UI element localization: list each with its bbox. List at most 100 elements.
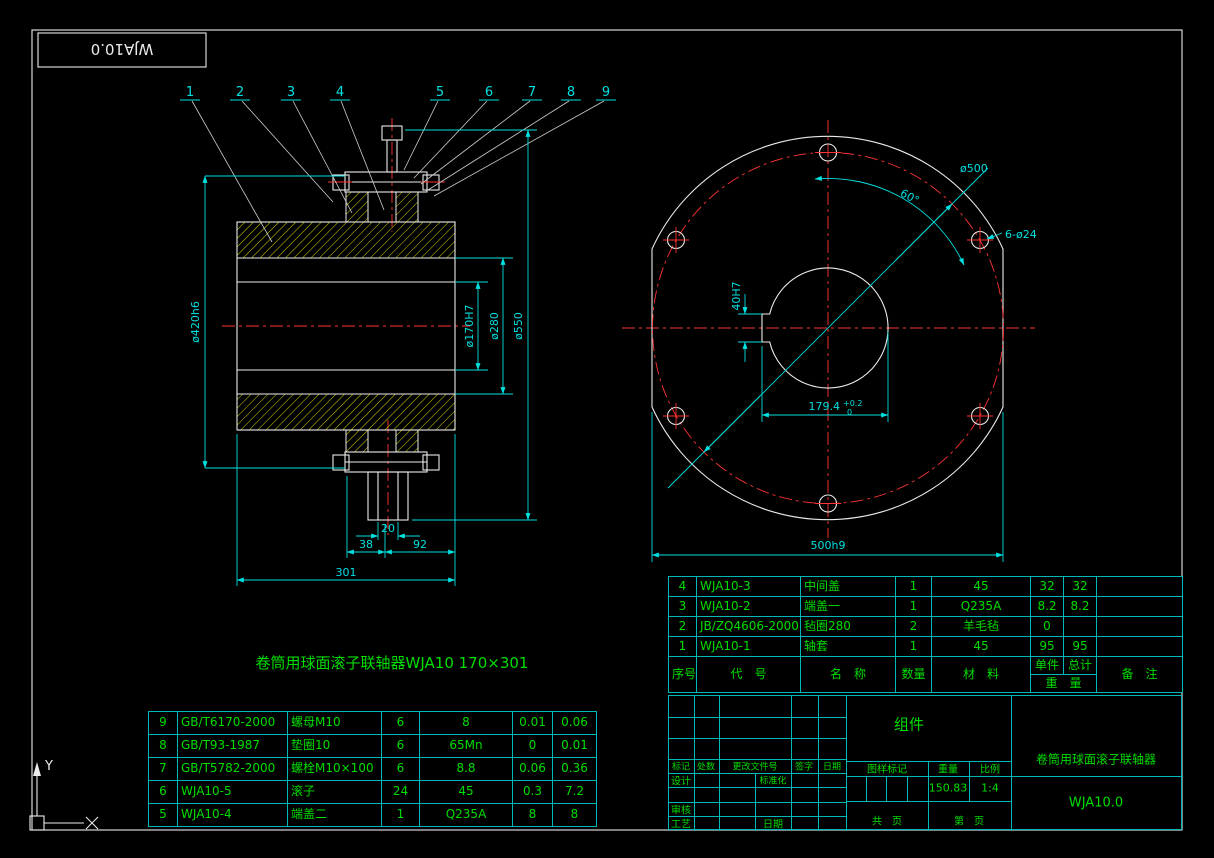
bom-cell-no: 5: [149, 804, 178, 827]
bom-header-remark: 备 注: [1097, 657, 1183, 693]
product-title: 卷筒用球面滚子联轴器: [1036, 751, 1156, 768]
bom-cell-material: Q235A: [932, 597, 1031, 617]
bom-cell-unit-weight: 0.01: [513, 712, 553, 735]
bom-cell-material: 45: [420, 781, 513, 804]
scale-label: 比例: [980, 761, 1000, 776]
bom-header-no: 序号: [669, 657, 697, 693]
section-view: [222, 118, 470, 535]
bom-cell-name: 端盖二: [288, 804, 382, 827]
table-row: 5 WJA10-4 端盖二 1 Q235A 8 8: [149, 804, 597, 827]
corner-label: WJA10.0: [91, 40, 154, 58]
ucs-y-arrow-icon: [33, 762, 41, 776]
bom-cell-material: 45: [932, 577, 1031, 597]
ucs-icon: Y: [30, 759, 98, 830]
bom-cell-remark: [1097, 577, 1183, 597]
part-callout-5: 5: [436, 85, 444, 100]
bom-header-name: 名 称: [801, 657, 896, 693]
part-callout-3: 3: [287, 85, 295, 100]
dim-38: 38: [359, 538, 373, 551]
design-label: 设计: [671, 773, 691, 788]
bom-cell-remark: [1097, 617, 1183, 637]
title-block: 标记 处数 更改文件号 签字 日期 设计 标准化 审核 工艺 日期 组件 图样标…: [668, 695, 1182, 830]
hub-hatch-bottom: [237, 394, 455, 430]
assembly-label: 组件: [894, 714, 924, 735]
bom-cell-total-weight: 0.06: [553, 712, 597, 735]
table-row: 3 WJA10-2 端盖一 1 Q235A 8.2 8.2: [669, 597, 1183, 617]
process-label: 工艺: [671, 816, 691, 831]
bom-cell-total-weight: 95: [1064, 637, 1097, 657]
bom-cell-unit-weight: 0: [513, 735, 553, 758]
bom-cell-qty: 1: [896, 637, 932, 657]
dim-550: ø550: [512, 312, 525, 340]
bom-cell-unit-weight: 0.06: [513, 758, 553, 781]
sheet-total-label: 共 页: [872, 813, 902, 828]
bom-cell-name: 螺母M10: [288, 712, 382, 735]
bom-cell-qty: 6: [382, 735, 420, 758]
cad-drawing-canvas[interactable]: WJA10.0 Y: [0, 0, 1214, 858]
ucs-y-label: Y: [44, 759, 53, 774]
bom-cell-name: 中间盖: [801, 577, 896, 597]
dim-92: 92: [413, 538, 427, 551]
dim-179-tol-up: +0.2: [843, 399, 862, 408]
bom-cell-qty: 6: [382, 712, 420, 735]
bom-cell-material: Q235A: [420, 804, 513, 827]
dim-179: 179.4: [809, 400, 841, 413]
bom-cell-total-weight: 7.2: [553, 781, 597, 804]
dimensions-front-view: 40H7 179.4 +0.2 0 500h9 ø500 60° 6-ø24: [652, 162, 1037, 562]
gland-left-bottom: [346, 430, 368, 452]
weight-label: 重量: [938, 761, 958, 776]
date-label: 日期: [763, 816, 783, 831]
bom-header-weight: 重 量: [1031, 675, 1097, 693]
part-callout-7: 7: [528, 85, 536, 100]
scale-value: 1:4: [981, 782, 999, 795]
bom-table-left: 9 GB/T6170-2000 螺母M10 6 8 0.01 0.06 8 GB…: [148, 711, 597, 827]
dim-holes: 6-ø24: [1005, 228, 1037, 241]
part-callout-2: 2: [236, 85, 244, 100]
bom-cell-code: WJA10-5: [178, 781, 288, 804]
bom-header-unit: 单件: [1031, 657, 1064, 675]
table-row: 4 WJA10-3 中间盖 1 45 32 32: [669, 577, 1183, 597]
dim-angle: 60°: [898, 187, 921, 208]
bom-header-total: 总计: [1064, 657, 1097, 675]
standardization-label: 标准化: [759, 774, 786, 787]
bom-cell-unit-weight: 8: [513, 804, 553, 827]
bom-cell-name: 毡圈280: [801, 617, 896, 637]
bom-cell-qty: 1: [382, 804, 420, 827]
bom-cell-material: 羊毛毡: [932, 617, 1031, 637]
bom-header-qty: 数量: [896, 657, 932, 693]
bom-cell-no: 2: [669, 617, 697, 637]
bom-cell-unit-weight: 0.3: [513, 781, 553, 804]
dim-301: 301: [336, 566, 357, 579]
bom-cell-no: 8: [149, 735, 178, 758]
check-label: 审核: [671, 802, 691, 817]
gland-left: [346, 192, 368, 222]
rev-header-date: 日期: [823, 760, 841, 773]
drawing-number: WJA10.0: [1069, 796, 1123, 811]
table-row: 9 GB/T6170-2000 螺母M10 6 8 0.01 0.06: [149, 712, 597, 735]
dim-280: ø280: [488, 312, 501, 340]
bom-cell-no: 4: [669, 577, 697, 597]
rev-header-sign: 签字: [795, 760, 813, 773]
bom-header-material: 材 料: [932, 657, 1031, 693]
bom-cell-name: 端盖一: [801, 597, 896, 617]
bom-cell-no: 6: [149, 781, 178, 804]
bom-cell-total-weight: 32: [1064, 577, 1097, 597]
bom-cell-unit-weight: 95: [1031, 637, 1064, 657]
dim-170: ø170H7: [463, 305, 476, 348]
bom-cell-qty: 2: [896, 617, 932, 637]
bom-cell-no: 7: [149, 758, 178, 781]
bom-cell-name: 螺栓M10×100: [288, 758, 382, 781]
gland-right-bottom: [396, 430, 418, 452]
gland-right: [396, 192, 418, 222]
weight-value: 150.83: [929, 782, 968, 795]
bom-cell-unit-weight: 0: [1031, 617, 1064, 637]
bom-cell-code: WJA10-4: [178, 804, 288, 827]
bom-cell-qty: 24: [382, 781, 420, 804]
bom-cell-total-weight: [1064, 617, 1097, 637]
bom-cell-code: WJA10-3: [697, 577, 801, 597]
table-row: 6 WJA10-5 滚子 24 45 0.3 7.2: [149, 781, 597, 804]
part-callout-8: 8: [567, 85, 575, 100]
bom-cell-code: JB/ZQ4606-2000: [697, 617, 801, 637]
bom-cell-no: 9: [149, 712, 178, 735]
bom-cell-code: GB/T5782-2000: [178, 758, 288, 781]
